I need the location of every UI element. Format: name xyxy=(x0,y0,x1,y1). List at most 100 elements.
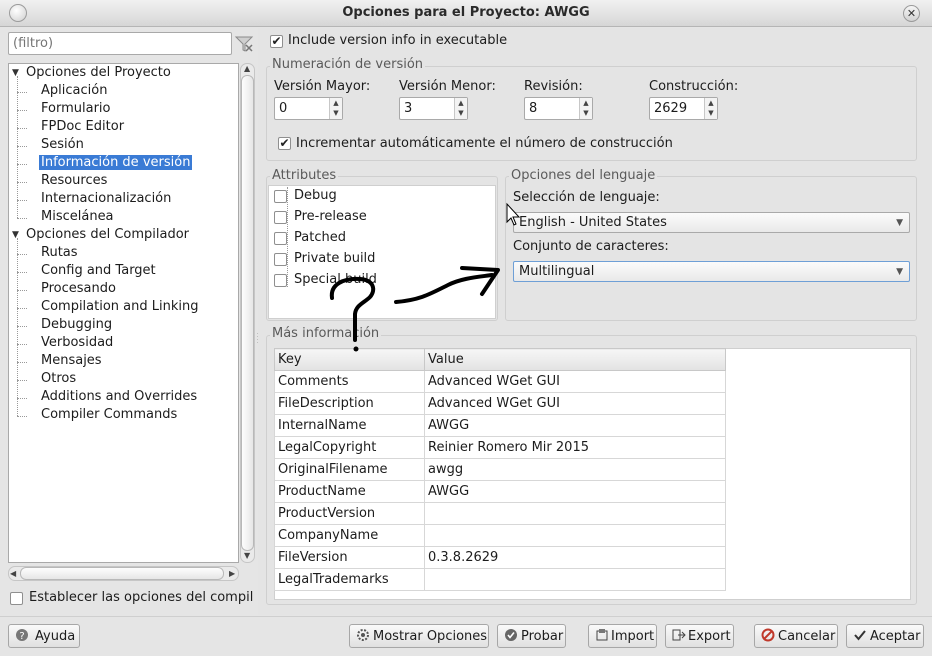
tree-item[interactable]: Config and Target xyxy=(41,263,156,278)
minor-version-spinner[interactable]: 3 ▲ ▼ xyxy=(399,97,468,120)
spinner-arrows-icon[interactable]: ▲ ▼ xyxy=(454,98,467,119)
spinner-arrows-icon[interactable]: ▲ ▼ xyxy=(329,98,342,119)
tree-item[interactable]: Información de versión xyxy=(39,155,193,170)
value-cell[interactable]: AWGG xyxy=(424,480,726,503)
language-select[interactable]: English - United States ▼ xyxy=(513,212,910,233)
tree-horizontal-scroll-thumb[interactable] xyxy=(20,567,224,580)
attribute-checkbox[interactable] xyxy=(274,274,287,287)
tree-item[interactable]: Mensajes xyxy=(41,353,102,368)
tree-vertical-scroll-thumb[interactable] xyxy=(241,75,254,551)
revision-spinner[interactable]: 8 ▲ ▼ xyxy=(524,97,593,120)
value-cell[interactable]: awgg xyxy=(424,458,726,481)
accept-button[interactable]: Aceptar xyxy=(846,624,924,648)
attribute-checkbox[interactable] xyxy=(274,232,287,245)
scroll-left-icon[interactable]: ◀ xyxy=(10,569,16,578)
key-cell[interactable]: InternalName xyxy=(274,414,425,437)
table-row[interactable]: Comments Advanced WGet GUI xyxy=(274,370,726,393)
clear-filter-icon[interactable] xyxy=(234,33,254,54)
check-icon xyxy=(504,628,518,646)
tree-item[interactable]: Sesión xyxy=(41,137,84,152)
tree-item[interactable]: Procesando xyxy=(41,281,116,296)
show-options-button[interactable]: Mostrar Opciones xyxy=(349,624,489,648)
key-cell[interactable]: FileDescription xyxy=(274,392,425,415)
scroll-right-icon[interactable]: ▶ xyxy=(229,569,235,578)
value-cell[interactable]: Advanced WGet GUI xyxy=(424,370,726,393)
cancel-button[interactable]: Cancelar xyxy=(754,624,838,648)
key-cell[interactable]: LegalCopyright xyxy=(274,436,425,459)
tree-item[interactable]: Additions and Overrides xyxy=(41,389,197,404)
key-cell[interactable]: OriginalFilename xyxy=(274,458,425,481)
import-button[interactable]: Import xyxy=(588,624,657,648)
key-cell[interactable]: CompanyName xyxy=(274,524,425,547)
scroll-up-icon[interactable]: ▲ xyxy=(244,64,250,73)
tree-item[interactable]: Debugging xyxy=(41,317,112,332)
tree-item[interactable]: Resources xyxy=(41,173,107,188)
import-icon xyxy=(595,628,609,646)
tree-group-project-options[interactable]: Opciones del Proyecto xyxy=(26,65,171,80)
attribute-label: Special build xyxy=(294,272,377,287)
value-cell[interactable]: AWGG xyxy=(424,414,726,437)
value-cell[interactable]: Reinier Romero Mir 2015 xyxy=(424,436,726,459)
table-row[interactable]: LegalCopyright Reinier Romero Mir 2015 xyxy=(274,436,726,459)
tree-item[interactable]: Internacionalización xyxy=(41,191,171,206)
spinner-arrows-icon[interactable]: ▲ ▼ xyxy=(579,98,592,119)
table-row[interactable]: CompanyName xyxy=(274,524,726,547)
filter-input[interactable] xyxy=(8,32,232,55)
attribute-checkbox[interactable] xyxy=(274,253,287,266)
key-cell[interactable]: FileVersion xyxy=(274,546,425,569)
tree-item[interactable]: Verbosidad xyxy=(41,335,113,350)
table-row[interactable]: LegalTrademarks xyxy=(274,568,726,591)
version-numbering-title: Numeración de versión xyxy=(270,57,426,72)
table-row[interactable]: ProductVersion xyxy=(274,502,726,525)
column-header-value[interactable]: Value xyxy=(424,348,726,371)
tree-item[interactable]: Formulario xyxy=(41,101,110,116)
auto-increment-checkbox[interactable]: ✔ xyxy=(278,137,291,150)
tree-item[interactable]: FPDoc Editor xyxy=(41,119,124,134)
charset-select[interactable]: Multilingual ▼ xyxy=(513,261,910,282)
options-tree[interactable]: ▼ Opciones del Proyecto Aplicación Formular… xyxy=(8,63,239,563)
tree-item[interactable]: Aplicación xyxy=(41,83,107,98)
tree-item[interactable]: Rutas xyxy=(41,245,78,260)
value-cell[interactable]: Advanced WGet GUI xyxy=(424,392,726,415)
help-button[interactable]: ? Ayuda xyxy=(8,624,80,648)
charset-label: Conjunto de caracteres: xyxy=(513,239,669,254)
tree-group-compiler-options[interactable]: Opciones del Compilador xyxy=(26,227,189,242)
table-row[interactable]: FileDescription Advanced WGet GUI xyxy=(274,392,726,415)
key-cell[interactable]: ProductName xyxy=(274,480,425,503)
more-info-table[interactable]: Key Value Comments Advanced WGet GUI FileD… xyxy=(274,348,726,591)
test-button[interactable]: Probar xyxy=(497,624,566,648)
column-header-key[interactable]: Key xyxy=(274,348,425,371)
value-cell[interactable]: 0.3.8.2629 xyxy=(424,546,726,569)
attribute-checkbox[interactable] xyxy=(274,190,287,203)
tree-item[interactable]: Compiler Commands xyxy=(41,407,177,422)
window-title: Opciones para el Proyecto: AWGG xyxy=(342,5,590,20)
key-cell[interactable]: ProductVersion xyxy=(274,502,425,525)
chevron-down-icon: ▼ xyxy=(896,218,903,228)
major-version-spinner[interactable]: 0 ▲ ▼ xyxy=(274,97,343,120)
spinner-arrows-icon[interactable]: ▲ ▼ xyxy=(704,98,717,119)
export-button[interactable]: Export xyxy=(665,624,734,648)
attribute-checkbox[interactable] xyxy=(274,211,287,224)
key-cell[interactable]: Comments xyxy=(274,370,425,393)
tree-item[interactable]: Compilation and Linking xyxy=(41,299,199,314)
tree-item[interactable]: Otros xyxy=(41,371,76,386)
attributes-title: Attributes xyxy=(270,168,339,183)
table-row[interactable]: InternalName AWGG xyxy=(274,414,726,437)
value-cell[interactable] xyxy=(424,568,726,591)
table-row[interactable]: ProductName AWGG xyxy=(274,480,726,503)
include-version-checkbox[interactable]: ✔ xyxy=(270,35,283,48)
value-cell[interactable] xyxy=(424,524,726,547)
table-row[interactable]: OriginalFilename awgg xyxy=(274,458,726,481)
scroll-down-icon[interactable]: ▼ xyxy=(244,551,250,560)
minor-version-label: Versión Menor: xyxy=(399,79,496,94)
key-cell[interactable]: LegalTrademarks xyxy=(274,568,425,591)
cancel-icon xyxy=(761,628,775,646)
help-icon: ? xyxy=(15,628,29,646)
value-cell[interactable] xyxy=(424,502,726,525)
tree-item[interactable]: Miscelánea xyxy=(41,209,114,224)
build-spinner[interactable]: 2629 ▲ ▼ xyxy=(649,97,718,120)
close-button[interactable]: ✕ xyxy=(903,5,920,22)
revision-label: Revisión: xyxy=(524,79,583,94)
table-row[interactable]: FileVersion 0.3.8.2629 xyxy=(274,546,726,569)
set-compiler-options-checkbox[interactable] xyxy=(10,592,23,605)
